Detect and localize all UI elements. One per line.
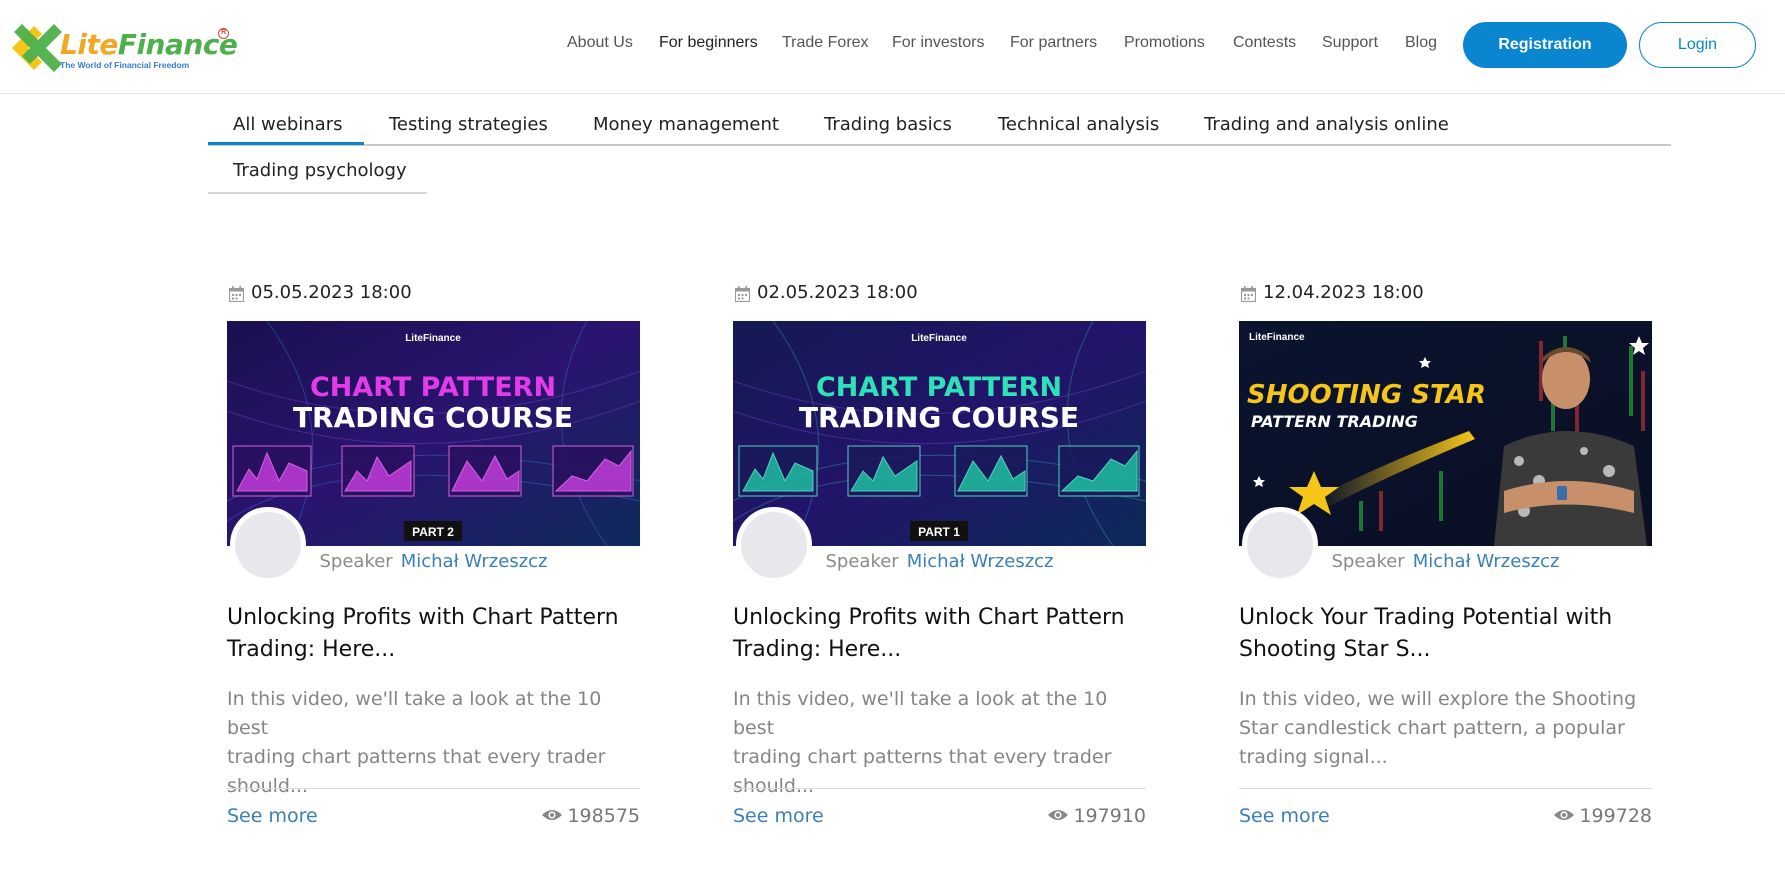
nav-for-investors[interactable]: For investors <box>892 34 984 52</box>
tab-trading-basics[interactable]: Trading basics <box>824 114 952 135</box>
registration-button[interactable]: Registration <box>1463 22 1627 68</box>
view-count-value: 199728 <box>1579 805 1652 827</box>
calendar-icon <box>229 286 244 302</box>
nav-promotions[interactable]: Promotions <box>1124 34 1205 52</box>
thumb-brand: LiteFinance <box>405 333 461 344</box>
calendar-icon <box>1241 286 1256 302</box>
tab-testing-strategies[interactable]: Testing strategies <box>389 114 548 135</box>
desc-line: should... <box>227 775 309 797</box>
logo-tagline: The World of Financial Freedom <box>60 60 190 70</box>
thumb-line1: CHART PATTERN <box>310 372 556 403</box>
thumb-part: PART 2 <box>412 525 454 539</box>
logo-mark-icon <box>12 24 62 72</box>
eye-icon <box>1048 809 1069 820</box>
speaker-label: Speaker <box>1331 551 1405 572</box>
logo-wordmark: LiteFinance <box>60 28 238 61</box>
webinar-category-tabs: All webinars Testing strategies Money ma… <box>208 104 1671 146</box>
webinar-title[interactable]: Unlocking Profits with Chart Pattern Trad… <box>733 602 1146 666</box>
desc-line: trading chart patterns that every trader <box>733 746 1112 768</box>
site-header: LiteFinance R The World of Financial Fre… <box>0 0 1785 94</box>
speaker-name-link[interactable]: Michał Wrzeszcz <box>1413 551 1560 572</box>
tab-technical-analysis[interactable]: Technical analysis <box>998 114 1159 135</box>
webinar-description: In this video, we'll take a look at the … <box>227 685 640 801</box>
active-tab-indicator <box>208 142 364 145</box>
tab-trading-psychology[interactable]: Trading psychology <box>233 160 407 181</box>
speaker-name-link[interactable]: Michał Wrzeszcz <box>907 551 1054 572</box>
desc-line: In this video, we'll take a look at the … <box>227 688 602 739</box>
speaker-label: Speaker <box>319 551 393 572</box>
webinar-thumbnail[interactable]: LiteFinance CHART PATTERN TRADING COURSE… <box>227 321 640 546</box>
title-line: Trading: Here... <box>733 637 902 662</box>
webinar-card: 12.04.2023 18:00 LiteFinance SHOOTING ST… <box>1239 280 1652 840</box>
webinar-title[interactable]: Unlocking Profits with Chart Pattern Trad… <box>227 602 640 666</box>
view-count-value: 198575 <box>567 805 640 827</box>
login-button[interactable]: Login <box>1639 22 1756 68</box>
view-count-value: 197910 <box>1073 805 1146 827</box>
desc-line: In this video, we'll take a look at the … <box>733 688 1108 739</box>
speaker-label: Speaker <box>825 551 899 572</box>
card-divider <box>1239 788 1652 789</box>
nav-for-beginners[interactable]: For beginners <box>659 34 758 52</box>
title-line: Unlocking Profits with Chart Pattern <box>733 605 1125 630</box>
desc-line: Star candlestick chart pattern, a popula… <box>1239 717 1625 739</box>
title-line: Shooting Star S... <box>1239 637 1431 662</box>
thumb-line1: SHOOTING STAR <box>1247 380 1486 410</box>
webinar-category-tabs-row2: Trading psychology <box>208 150 427 194</box>
webinar-card: 02.05.2023 18:00 LiteFinance CHART PATTE… <box>733 280 1146 840</box>
thumb-line2: TRADING COURSE <box>799 401 1079 434</box>
registered-mark-icon: R <box>218 28 229 39</box>
nav-contests[interactable]: Contests <box>1233 34 1296 52</box>
nav-trade-forex[interactable]: Trade Forex <box>782 34 869 52</box>
tab-trading-and-analysis-online[interactable]: Trading and analysis online <box>1204 114 1449 135</box>
see-more-link[interactable]: See more <box>227 805 318 827</box>
webinar-title[interactable]: Unlock Your Trading Potential with Shooti… <box>1239 602 1652 666</box>
title-line: Unlocking Profits with Chart Pattern <box>227 605 619 630</box>
thumb-line2: TRADING COURSE <box>293 401 573 434</box>
nav-support[interactable]: Support <box>1322 34 1378 52</box>
view-count: 199728 <box>1553 805 1652 827</box>
webinar-thumbnail[interactable]: LiteFinance CHART PATTERN TRADING COURSE… <box>733 321 1146 546</box>
card-divider <box>227 788 640 789</box>
desc-line: should... <box>733 775 815 797</box>
thumb-line2: PATTERN TRADING <box>1251 412 1418 431</box>
webinar-thumbnail[interactable]: LiteFinance SHOOTING STAR PATTERN TRADIN… <box>1239 321 1652 546</box>
tab-money-management[interactable]: Money management <box>593 114 779 135</box>
speaker-name-link[interactable]: Michał Wrzeszcz <box>401 551 548 572</box>
speaker-line: Speaker Michał Wrzeszcz <box>1239 551 1652 572</box>
nav-blog[interactable]: Blog <box>1405 34 1437 52</box>
desc-line: trading signal... <box>1239 746 1388 768</box>
webinar-card: 05.05.2023 18:00 LiteFinance CHART PATTE… <box>227 280 640 840</box>
desc-line: trading chart patterns that every trader <box>227 746 606 768</box>
calendar-icon <box>735 286 750 302</box>
tab-all-webinars[interactable]: All webinars <box>233 114 342 135</box>
view-count: 197910 <box>1047 805 1146 827</box>
speaker-line: Speaker Michał Wrzeszcz <box>227 551 640 572</box>
thumb-part: PART 1 <box>918 525 960 539</box>
see-more-link[interactable]: See more <box>1239 805 1330 827</box>
view-count: 198575 <box>541 805 640 827</box>
litefinance-logo[interactable]: LiteFinance R The World of Financial Fre… <box>8 16 238 74</box>
eye-icon <box>542 809 563 820</box>
webinar-date-text: 05.05.2023 18:00 <box>251 282 412 303</box>
speaker-line: Speaker Michał Wrzeszcz <box>733 551 1146 572</box>
desc-line: In this video, we will explore the Shoot… <box>1239 688 1637 710</box>
card-divider <box>733 788 1146 789</box>
webinar-description: In this video, we'll take a look at the … <box>733 685 1146 801</box>
nav-for-partners[interactable]: For partners <box>1010 34 1097 52</box>
eye-icon <box>1554 809 1575 820</box>
webinar-description: In this video, we will explore the Shoot… <box>1239 685 1652 772</box>
title-line: Trading: Here... <box>227 637 396 662</box>
thumb-brand: LiteFinance <box>911 333 967 344</box>
nav-about-us[interactable]: About Us <box>567 34 633 52</box>
see-more-link[interactable]: See more <box>733 805 824 827</box>
webinar-date-text: 02.05.2023 18:00 <box>757 282 918 303</box>
thumb-line1: CHART PATTERN <box>816 372 1062 403</box>
thumb-brand: LiteFinance <box>1249 332 1305 343</box>
webinar-date-text: 12.04.2023 18:00 <box>1263 282 1424 303</box>
title-line: Unlock Your Trading Potential with <box>1239 605 1613 630</box>
